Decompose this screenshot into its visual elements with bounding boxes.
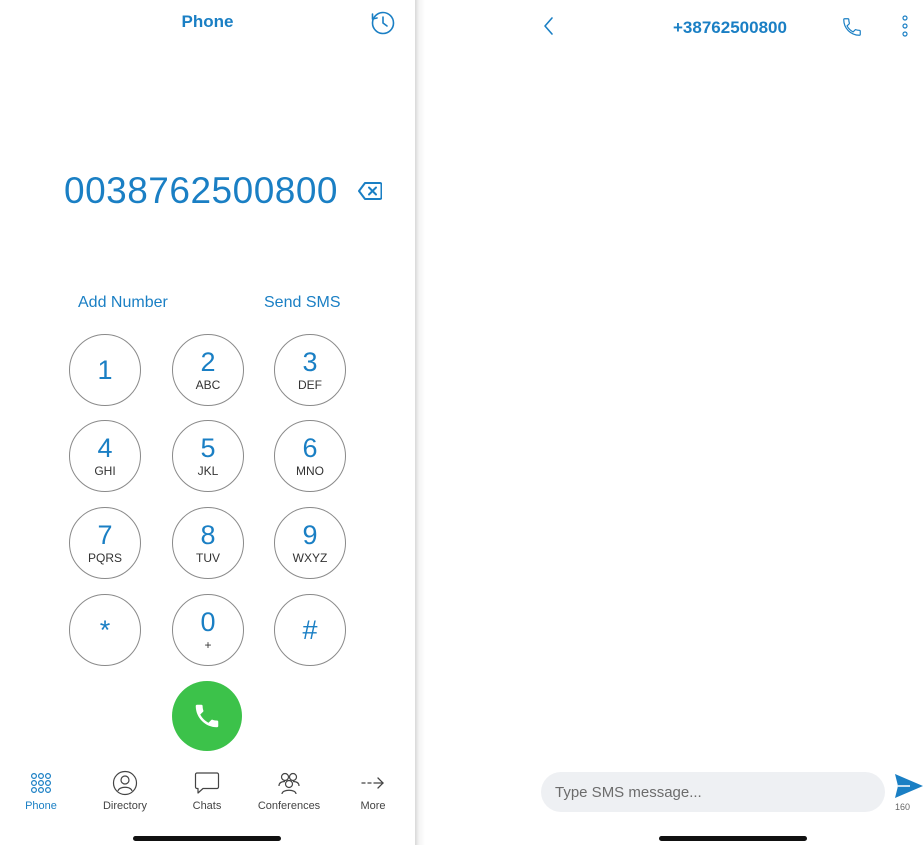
key-letters: MNO — [296, 463, 324, 478]
more-vertical-icon[interactable] — [901, 14, 909, 38]
tab-directory[interactable]: Directory — [85, 766, 165, 812]
key-letters: GHI — [94, 463, 116, 478]
contact-icon — [112, 770, 138, 796]
panel-divider — [415, 0, 425, 845]
key-digit: 5 — [200, 432, 216, 463]
key-digit: 6 — [302, 432, 318, 463]
tab-conferences[interactable]: Conferences — [249, 766, 329, 812]
key-1[interactable]: 1 — [69, 334, 141, 406]
key-digit: * — [99, 614, 111, 645]
key-digit: # — [302, 614, 318, 645]
tab-label: Chats — [192, 800, 222, 812]
key-digit: 3 — [302, 346, 318, 377]
call-button[interactable] — [172, 681, 242, 751]
key-letters: PQRS — [87, 550, 122, 565]
phone-handset-icon — [195, 704, 219, 728]
conversation-title: +38762500800 — [673, 18, 787, 37]
key-letters: DEF — [298, 377, 322, 392]
send-sms-button[interactable]: Send SMS — [264, 294, 340, 312]
keypad-icon — [30, 772, 52, 794]
page-title: Phone — [181, 12, 234, 31]
key-letters: TUV — [196, 550, 220, 565]
sms-panel: +38762500800 160 — [425, 0, 923, 845]
back-icon[interactable] — [541, 15, 555, 37]
chat-bubble-icon — [194, 772, 220, 794]
arrow-right-icon — [361, 777, 384, 789]
key-9[interactable]: 9 WXYZ — [274, 507, 346, 579]
key-5[interactable]: 5 JKL — [172, 420, 244, 492]
key-hash[interactable]: # — [274, 594, 346, 666]
key-letters: JKL — [197, 463, 219, 478]
key-digit: 1 — [97, 354, 113, 385]
key-digit: 7 — [97, 519, 113, 550]
key-7[interactable]: 7 PQRS — [69, 507, 141, 579]
tab-label: More — [360, 800, 386, 812]
send-icon[interactable] — [894, 773, 923, 799]
key-8[interactable]: 8 TUV — [172, 507, 244, 579]
key-3[interactable]: 3 DEF — [274, 334, 346, 406]
character-count: 160 — [895, 802, 911, 812]
key-0[interactable]: 0 + — [172, 594, 244, 666]
bottom-tab-bar: Phone Directory Chats Conferences More — [0, 766, 415, 826]
dialed-number: 0038762500800 — [64, 170, 339, 211]
tab-label: Conferences — [257, 800, 321, 812]
add-number-button[interactable]: Add Number — [78, 294, 168, 312]
home-indicator — [133, 836, 281, 841]
key-star[interactable]: * — [69, 594, 141, 666]
backspace-icon[interactable] — [358, 182, 382, 200]
key-letters: ABC — [195, 377, 221, 392]
key-4[interactable]: 4 GHI — [69, 420, 141, 492]
key-digit: 8 — [200, 519, 216, 550]
key-6[interactable]: 6 MNO — [274, 420, 346, 492]
key-digit: 0 — [200, 606, 216, 637]
key-2[interactable]: 2 ABC — [172, 334, 244, 406]
key-digit: 9 — [302, 519, 318, 550]
key-digit: 2 — [200, 346, 216, 377]
key-letters: + — [204, 637, 212, 652]
key-digit: 4 — [97, 432, 113, 463]
history-icon[interactable] — [370, 10, 396, 36]
tab-more[interactable]: More — [333, 766, 413, 812]
phone-panel: Phone 0038762500800 Add Number Send SMS … — [0, 0, 415, 845]
home-indicator — [659, 836, 807, 841]
tab-phone[interactable]: Phone — [1, 766, 81, 812]
key-letters: WXYZ — [292, 550, 328, 565]
group-icon — [278, 772, 300, 795]
tab-label: Directory — [102, 800, 147, 812]
sms-message-input[interactable] — [541, 772, 885, 812]
tab-chats[interactable]: Chats — [167, 766, 247, 812]
tab-label: Phone — [25, 800, 57, 812]
phone-call-icon[interactable] — [841, 16, 863, 38]
